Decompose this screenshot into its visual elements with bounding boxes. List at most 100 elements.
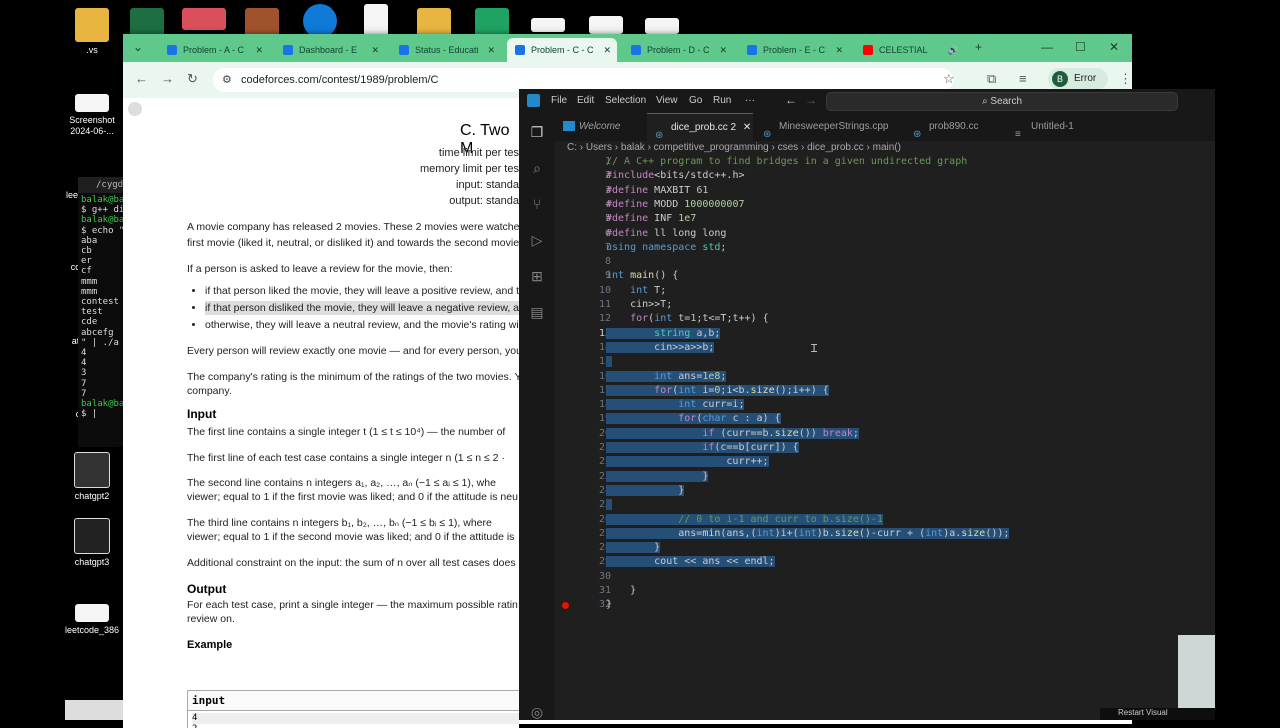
code-line[interactable]: int T; <box>606 285 666 296</box>
menu-file[interactable]: File <box>551 95 567 106</box>
new-tab-button[interactable]: + <box>975 40 982 54</box>
close-tab-icon[interactable]: ✕ <box>487 45 495 56</box>
list-item: if that person disliked the movie, they … <box>205 301 519 315</box>
breadcrumb[interactable]: C: › Users › balak › competitive_program… <box>567 142 901 153</box>
menu-go[interactable]: Go <box>689 95 702 106</box>
code-editor[interactable]: 1// A C++ program to find bridges in a g… <box>555 156 1215 720</box>
tab-dice-prob[interactable]: ⊛ dice_prob.cc 2 ✕ <box>647 113 753 141</box>
tab-search-button[interactable]: ⌄ <box>133 40 143 54</box>
code-line[interactable]: #define ll long long <box>606 228 726 239</box>
site-info-icon[interactable]: ⚙ <box>222 68 232 92</box>
bookmark-star-icon[interactable]: ☆ <box>943 71 955 87</box>
code-line[interactable]: #define MODD 1000000007 <box>606 199 745 210</box>
audio-playing-icon[interactable]: 🔊 <box>948 45 959 56</box>
code-line[interactable]: } <box>606 599 612 610</box>
cpp-file-icon: ⊛ <box>763 129 772 141</box>
minimize-button[interactable]: — <box>1041 40 1053 54</box>
code-line[interactable]: // A C++ program to find bridges in a gi… <box>606 156 967 167</box>
code-line[interactable]: #include<bits/stdc++.h> <box>606 170 744 181</box>
command-center-search[interactable]: ⌕ Search <box>826 92 1178 111</box>
code-line[interactable]: using namespace std; <box>606 242 726 253</box>
code-line[interactable]: cin>>a>>b; <box>606 341 715 353</box>
nav-back-icon[interactable]: ← <box>785 93 797 107</box>
code-line[interactable]: curr++; <box>606 456 769 468</box>
explorer-icon[interactable]: ❐ <box>528 123 546 141</box>
code-line[interactable]: } <box>606 585 636 596</box>
browser-tab[interactable]: Problem - A - C ✕ <box>159 38 269 62</box>
code-line[interactable]: cout << ans << endl; <box>606 556 775 568</box>
browser-tab[interactable]: Problem - C - C ✕ <box>507 38 617 62</box>
maximize-button[interactable]: ☐ <box>1075 40 1086 54</box>
reload-button[interactable]: ↻ <box>187 71 198 87</box>
code-line[interactable]: #define MAXBIT 61 <box>606 185 708 196</box>
menu-more[interactable]: ··· <box>745 95 755 106</box>
extensions-icon[interactable]: ⧉ <box>987 71 996 87</box>
more-menu-icon[interactable]: ⋮ <box>1119 71 1132 87</box>
code-line[interactable]: } <box>606 484 685 496</box>
code-line[interactable]: cin>>T; <box>606 299 672 310</box>
tab-prob890[interactable]: ⊛ prob890.cc <box>905 113 1005 141</box>
code-line[interactable] <box>606 356 613 368</box>
extensions-icon[interactable]: ⊞ <box>528 267 546 285</box>
run-debug-icon[interactable]: ▷ <box>528 231 546 249</box>
code-line[interactable]: for(int t=1;t<=T;t++) { <box>606 313 769 324</box>
desktop-icon-leetcode386[interactable]: leetcode_386 <box>60 604 124 636</box>
source-control-icon[interactable]: ⑂ <box>528 195 546 213</box>
notification-strip[interactable]: Restart Visual <box>1100 708 1215 720</box>
nav-forward-icon[interactable]: → <box>805 93 817 107</box>
desktop-icon-image1[interactable] <box>172 8 236 33</box>
browser-tab[interactable]: Dashboard - E ✕ <box>275 38 385 62</box>
code-line-text: if(c==b[curr]) { <box>606 442 799 453</box>
browser-tab[interactable]: CELESTIAL 🔊 <box>855 38 965 62</box>
desktop-icon-thumb1[interactable] <box>516 18 580 35</box>
remote-explorer-icon[interactable]: ▤ <box>528 303 546 321</box>
search-icon[interactable]: ⌕ <box>528 159 546 177</box>
close-tab-icon[interactable]: ✕ <box>371 45 379 56</box>
code-line[interactable] <box>606 256 612 267</box>
desktop-icon-chatgpt3[interactable]: chatgpt3 <box>60 518 124 568</box>
code-line[interactable]: if(c==b[curr]) { <box>606 442 799 453</box>
browser-tab[interactable]: Problem - D - C ✕ <box>623 38 733 62</box>
media-controls-icon[interactable]: ≡ <box>1019 71 1027 86</box>
breakpoint-icon[interactable] <box>562 602 569 610</box>
code-line[interactable]: } <box>606 542 661 554</box>
close-icon[interactable]: ✕ <box>743 122 751 133</box>
code-line[interactable]: for(int i=0;i<b.size();i++) { <box>606 384 829 396</box>
profile-button[interactable]: B Error <box>1048 68 1108 90</box>
code-line[interactable]: #define INF 1e7 <box>606 213 696 224</box>
tab-welcome[interactable]: Welcome <box>555 113 639 141</box>
code-line[interactable] <box>606 499 613 511</box>
code-line[interactable]: int curr=i; <box>606 399 745 411</box>
desktop-icon-screenshot[interactable]: Screenshot 2024-06-... <box>60 94 124 137</box>
close-tab-icon[interactable]: ✕ <box>835 45 843 56</box>
code-line[interactable] <box>606 571 612 582</box>
code-line[interactable]: string a,b; <box>606 327 721 339</box>
menu-selection[interactable]: Selection <box>605 95 646 106</box>
statement-line: Every person will review exactly one mov… <box>187 345 519 357</box>
close-window-button[interactable]: ✕ <box>1109 40 1119 54</box>
scroll-up-icon[interactable] <box>128 102 142 116</box>
code-line[interactable]: if (curr==b.size()) break; <box>606 427 859 439</box>
forward-button[interactable]: → <box>161 71 174 86</box>
statement-line: The first line contains a single integer… <box>187 426 506 438</box>
close-tab-icon[interactable]: ✕ <box>255 45 263 56</box>
code-line[interactable]: // 0 to i-1 and curr to b.size()-1 <box>606 513 883 525</box>
browser-tab[interactable]: Status - Educati ✕ <box>391 38 501 62</box>
desktop-icon-chatgpt2[interactable]: chatgpt2 <box>60 452 124 502</box>
code-line[interactable]: } <box>606 470 709 482</box>
code-line[interactable]: for(char c : a) { <box>606 413 781 425</box>
accounts-icon[interactable]: ◎ <box>528 703 546 721</box>
code-line[interactable]: int main() { <box>606 270 678 281</box>
code-line[interactable]: ans=min(ans,(int)i+(int)b.size()-curr + … <box>606 527 1010 539</box>
close-tab-icon[interactable]: ✕ <box>719 45 727 56</box>
tab-untitled[interactable]: ≡ Untitled-1 <box>1007 113 1097 141</box>
back-button[interactable]: ← <box>135 71 148 86</box>
close-tab-icon[interactable]: ✕ <box>603 45 611 56</box>
code-line[interactable]: int ans=1e8; <box>606 370 727 382</box>
menu-view[interactable]: View <box>656 95 678 106</box>
tab-minesweeper[interactable]: ⊛ MinesweeperStrings.cpp <box>755 113 903 141</box>
browser-tab[interactable]: Problem - E - C ✕ <box>739 38 849 62</box>
statement-line: The second line contains n integers a₁, … <box>187 477 496 489</box>
menu-run[interactable]: Run <box>713 95 731 106</box>
menu-edit[interactable]: Edit <box>577 95 594 106</box>
